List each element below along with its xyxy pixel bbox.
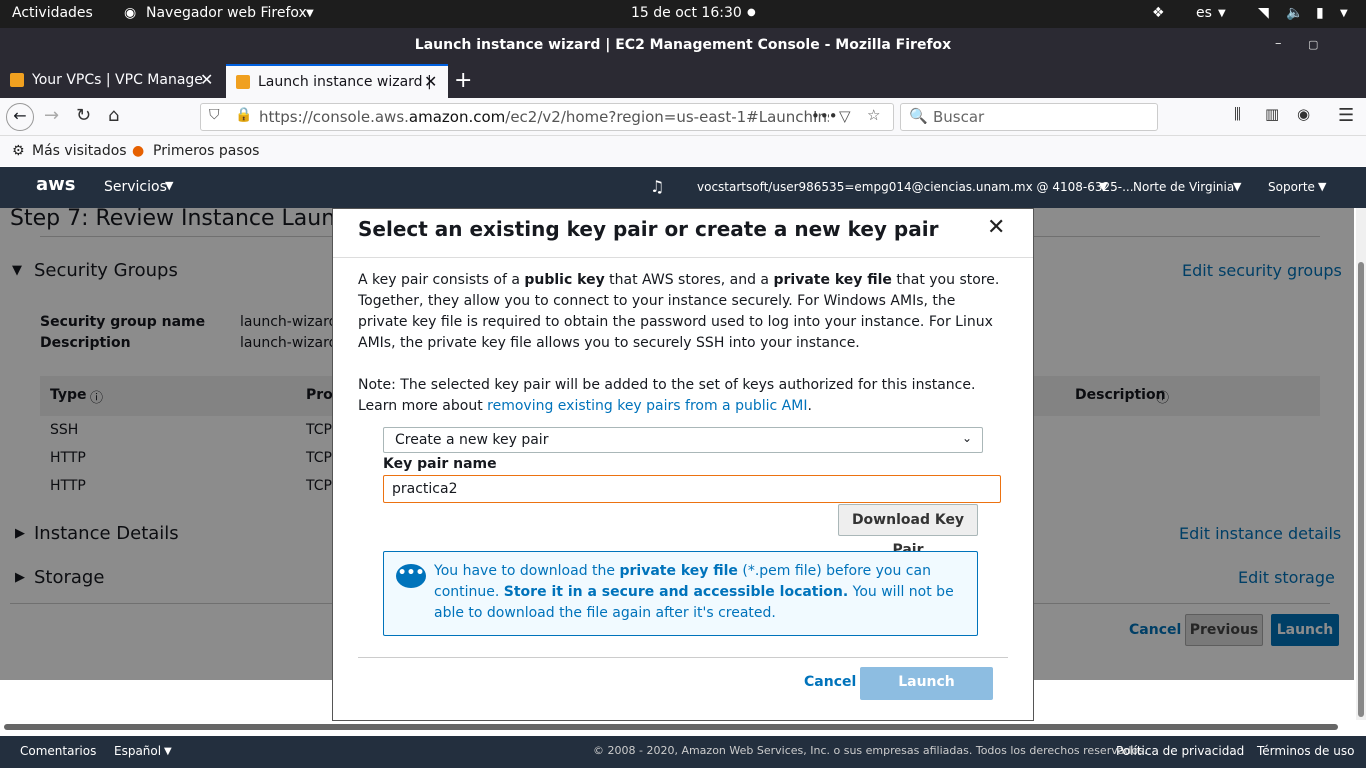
tab-strip: Your VPCs | VPC Manage ✕ Launch instance…	[0, 64, 1366, 98]
bookmark-getting-started[interactable]: Primeros pasos	[153, 143, 259, 159]
forward-arrow-icon[interactable]: →	[44, 105, 59, 126]
navigation-toolbar: ← → ↻ ⌂ ⛉ 🔒 https://console.aws.amazon.c…	[0, 98, 1366, 136]
remove-key-pairs-link[interactable]: removing existing key pairs from a publi…	[487, 398, 807, 414]
system-menu-arrow-icon[interactable]: ▼	[1340, 8, 1348, 19]
account-icon[interactable]: ◉	[1297, 105, 1310, 123]
tab-close-icon[interactable]: ✕	[424, 72, 437, 91]
maximize-icon[interactable]: ▢	[1308, 38, 1318, 51]
chat-bubble-icon: •••	[396, 564, 426, 588]
divider	[358, 657, 1008, 658]
bookmark-star-icon[interactable]: ☆	[867, 106, 880, 124]
support-arrow-icon: ▼	[1318, 180, 1327, 193]
info-text: You have to download the private key fil…	[434, 563, 954, 621]
new-tab-plus-icon[interactable]: +	[454, 68, 472, 93]
key-pair-name-label: Key pair name	[383, 456, 497, 472]
firefox-icon: ●	[132, 143, 145, 159]
region-arrow-icon: ▼	[1233, 180, 1242, 193]
library-icon[interactable]: ⫼	[1234, 105, 1241, 123]
close-icon[interactable]: ✕	[987, 215, 1005, 240]
horizontal-scrollbar[interactable]	[4, 724, 1338, 730]
lock-icon[interactable]: 🔒	[235, 107, 252, 123]
tab-your-vpcs[interactable]: Your VPCs | VPC Manage ✕	[0, 64, 224, 98]
app-menu[interactable]: Navegador web Firefox	[146, 5, 307, 21]
search-input[interactable]: 🔍 Buscar	[900, 103, 1158, 131]
search-icon: 🔍	[909, 107, 928, 125]
search-placeholder: Buscar	[933, 108, 985, 126]
clock[interactable]: 15 de oct 16:30	[631, 5, 742, 21]
volume-icon[interactable]: 🔈	[1286, 5, 1303, 21]
account-arrow-icon: ▼	[1099, 180, 1108, 193]
pocket-icon[interactable]: ▽	[839, 107, 851, 125]
tab-close-icon[interactable]: ✕	[200, 70, 213, 89]
reload-icon[interactable]: ↻	[76, 105, 91, 126]
language-selector[interactable]: Español	[114, 744, 161, 758]
window-title: Launch instance wizard | EC2 Management …	[414, 37, 952, 53]
aws-logo[interactable]: aws	[36, 174, 76, 195]
activities-button[interactable]: Actividades	[12, 5, 93, 21]
feedback-link[interactable]: Comentarios	[20, 744, 96, 758]
dialog-description: A key pair consists of a public key that…	[358, 272, 1000, 351]
dropbox-icon[interactable]: ❖	[1152, 5, 1165, 21]
home-icon[interactable]: ⌂	[108, 105, 119, 126]
key-pair-name-input[interactable]	[383, 475, 1001, 503]
tab-label: Launch instance wizard |	[258, 74, 432, 90]
cancel-button[interactable]: Cancel	[804, 674, 856, 690]
aws-favicon-icon	[236, 75, 250, 89]
sidebar-icon[interactable]: ▥	[1265, 105, 1279, 123]
account-menu[interactable]: vocstartsoft/user986535=empg014@ciencias…	[697, 180, 1134, 194]
gnome-top-bar: Actividades ◉ Navegador web Firefox ▼ 15…	[0, 0, 1366, 28]
url-text: https://console.aws.amazon.com/ec2/v2/ho…	[259, 108, 829, 126]
hamburger-menu-icon[interactable]: ☰	[1338, 105, 1354, 126]
app-menu-arrow-icon: ▼	[306, 8, 314, 19]
language-indicator[interactable]: es	[1196, 5, 1212, 21]
minimize-icon[interactable]: –	[1275, 36, 1282, 51]
download-key-pair-button[interactable]: Download Key Pair	[838, 504, 978, 558]
page-actions-icon[interactable]: •••	[811, 107, 838, 125]
region-menu[interactable]: Norte de Virginia	[1133, 180, 1234, 194]
scrollbar-thumb[interactable]	[1358, 262, 1364, 717]
dialog-title: Select an existing key pair or create a …	[358, 217, 939, 241]
services-arrow-icon: ▼	[165, 179, 174, 192]
aws-header: aws Servicios ▼ ♫ vocstartsoft/user98653…	[0, 167, 1366, 208]
firefox-app-icon: ◉	[124, 5, 137, 21]
url-bar[interactable]: ⛉ 🔒 https://console.aws.amazon.com/ec2/v…	[200, 103, 894, 131]
battery-icon[interactable]: ▮	[1316, 5, 1324, 21]
tab-label: Your VPCs | VPC Manage	[32, 72, 203, 88]
gear-icon: ⚙	[12, 143, 25, 159]
launch-instances-button[interactable]: Launch Instances	[860, 667, 993, 721]
bookmarks-toolbar: ⚙ Más visitados ● Primeros pasos	[0, 136, 1366, 166]
console-footer: Comentarios Español ▼ © 2008 - 2020, Ama…	[0, 736, 1366, 768]
support-menu[interactable]: Soporte	[1268, 180, 1315, 194]
privacy-link[interactable]: Política de privacidad	[1116, 744, 1244, 758]
terms-link[interactable]: Términos de uso	[1257, 744, 1354, 758]
key-pair-dialog: Select an existing key pair or create a …	[332, 208, 1034, 721]
language-arrow-icon: ▼	[1218, 8, 1226, 19]
aws-favicon-icon	[10, 73, 24, 87]
tab-launch-instance[interactable]: Launch instance wizard | ✕	[226, 64, 448, 98]
back-arrow-icon[interactable]: ←	[6, 103, 34, 131]
dialog-note: Note: The selected key pair will be adde…	[358, 377, 976, 414]
key-pair-option-select[interactable]: Create a new key pair ⌄	[383, 427, 983, 453]
shield-icon[interactable]: ⛉	[209, 107, 220, 123]
divider	[333, 257, 1033, 258]
window-titlebar: Launch instance wizard | EC2 Management …	[0, 28, 1366, 64]
wifi-icon[interactable]: ◥	[1258, 5, 1269, 21]
bell-icon[interactable]: ♫	[650, 177, 664, 196]
language-arrow-icon: ▼	[164, 746, 172, 757]
info-alert: ••• You have to download the private key…	[383, 551, 978, 636]
copyright: © 2008 - 2020, Amazon Web Services, Inc.…	[593, 744, 1148, 757]
services-menu[interactable]: Servicios	[104, 179, 167, 195]
chevron-down-icon: ⌄	[962, 431, 973, 445]
select-value: Create a new key pair	[395, 432, 549, 448]
notification-dot-icon: ●	[747, 7, 756, 18]
bookmark-most-visited[interactable]: Más visitados	[32, 143, 127, 159]
